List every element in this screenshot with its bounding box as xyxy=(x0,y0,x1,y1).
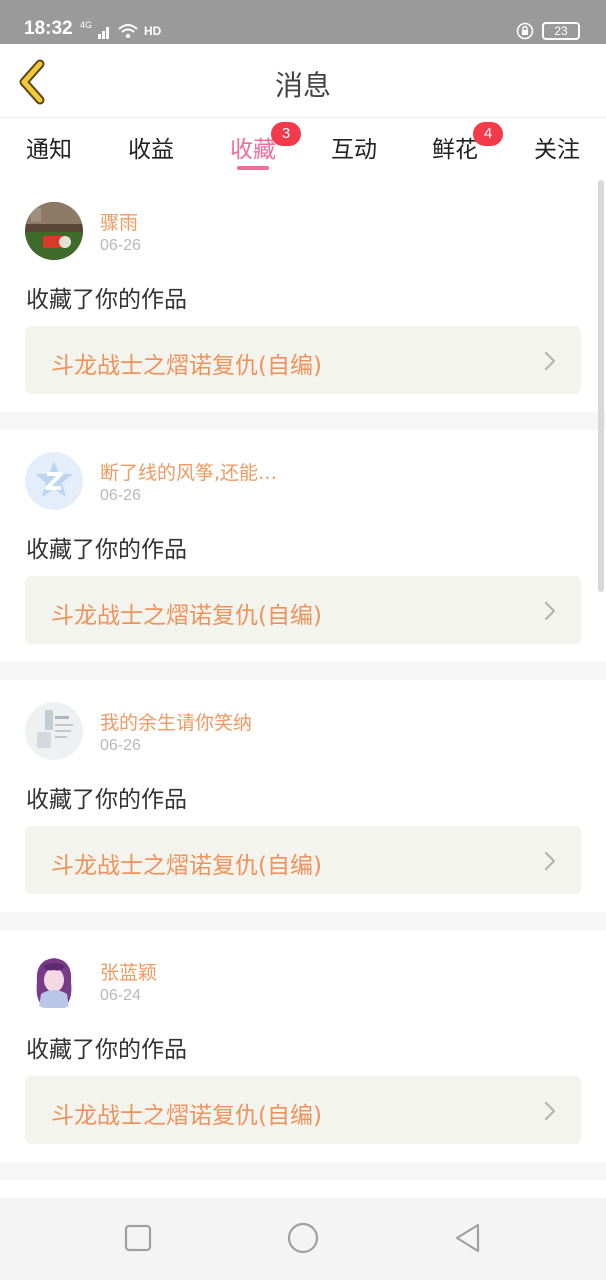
system-nav-bar xyxy=(0,1198,606,1280)
work-link[interactable]: 斗龙战士之熠诺复仇(自编) xyxy=(25,576,581,644)
avatar[interactable] xyxy=(25,202,83,260)
wifi-icon xyxy=(118,24,138,38)
card-divider xyxy=(0,412,606,430)
avatar[interactable] xyxy=(25,952,83,1010)
username[interactable]: 骤雨 xyxy=(100,208,138,235)
network-label: 4G xyxy=(80,20,93,30)
back-icon[interactable] xyxy=(450,1220,486,1256)
status-icons-right: 23 xyxy=(516,20,580,42)
tab-favorites[interactable]: 收藏 3 xyxy=(213,122,301,164)
chevron-right-icon xyxy=(544,851,556,871)
tab-label: 收藏 xyxy=(230,137,276,163)
tab-label: 鲜花 xyxy=(432,137,478,163)
status-bar: 18:32 4G HD 23 xyxy=(0,0,606,44)
chevron-right-icon xyxy=(544,1101,556,1121)
card-divider xyxy=(0,1162,606,1180)
notification-card[interactable]: 断了线的风筝,还能… 06-26 收藏了你的作品 斗龙战士之熠诺复仇(自编) xyxy=(0,430,606,662)
hd-label: HD xyxy=(144,24,162,38)
tab-label: 通知 xyxy=(26,137,72,163)
chevron-right-icon xyxy=(544,601,556,621)
notification-date: 06-26 xyxy=(100,737,141,754)
scrollbar[interactable] xyxy=(598,180,604,592)
battery-indicator: 23 xyxy=(542,22,580,40)
notification-action: 收藏了你的作品 xyxy=(26,287,187,313)
tab-badge: 3 xyxy=(271,122,301,146)
tab-flowers[interactable]: 鲜花 4 xyxy=(415,122,503,164)
signal-icon xyxy=(98,27,110,39)
work-title: 斗龙战士之熠诺复仇(自编) xyxy=(51,603,322,629)
lock-rotation-icon xyxy=(516,22,534,40)
status-time: 18:32 xyxy=(24,18,73,39)
header-bar: 消息 xyxy=(0,44,606,118)
tab-label: 互动 xyxy=(331,137,377,163)
notification-action: 收藏了你的作品 xyxy=(26,537,187,563)
tab-badge: 4 xyxy=(473,122,503,146)
notification-action: 收藏了你的作品 xyxy=(26,1037,187,1063)
active-tab-indicator xyxy=(237,166,269,170)
page-title: 消息 xyxy=(274,69,331,102)
tab-label: 收益 xyxy=(128,137,174,163)
username[interactable]: 我的余生请你笑纳 xyxy=(100,708,252,735)
notification-list[interactable]: 骤雨 06-26 收藏了你的作品 斗龙战士之熠诺复仇(自编) 断了线的风筝,还能… xyxy=(0,180,606,1198)
card-divider xyxy=(0,912,606,930)
recent-apps-icon[interactable] xyxy=(120,1220,156,1256)
tab-bar: 通知 收益 收藏 3 互动 鲜花 4 关注 xyxy=(0,118,606,180)
username[interactable]: 断了线的风筝,还能… xyxy=(100,458,277,485)
home-icon[interactable] xyxy=(285,1220,321,1256)
notification-date: 06-26 xyxy=(100,487,141,504)
chevron-right-icon xyxy=(544,351,556,371)
work-title: 斗龙战士之熠诺复仇(自编) xyxy=(51,853,322,879)
tab-following[interactable]: 关注 xyxy=(517,130,597,164)
notification-action: 收藏了你的作品 xyxy=(26,787,187,813)
tab-label: 关注 xyxy=(534,137,580,163)
work-title: 斗龙战士之熠诺复仇(自编) xyxy=(51,353,322,379)
work-link[interactable]: 斗龙战士之熠诺复仇(自编) xyxy=(25,826,581,894)
notification-card[interactable]: 我的余生请你笑纳 06-26 收藏了你的作品 斗龙战士之熠诺复仇(自编) xyxy=(0,680,606,912)
notification-card[interactable]: 张蓝颖 06-24 收藏了你的作品 斗龙战士之熠诺复仇(自编) xyxy=(0,930,606,1162)
tab-interactions[interactable]: 互动 xyxy=(314,130,394,164)
notification-card[interactable]: 骤雨 06-26 收藏了你的作品 斗龙战士之熠诺复仇(自编) xyxy=(0,180,606,412)
status-icons: 4G HD xyxy=(80,20,161,42)
tab-earnings[interactable]: 收益 xyxy=(111,130,191,164)
username[interactable]: 张蓝颖 xyxy=(100,958,157,985)
work-link[interactable]: 斗龙战士之熠诺复仇(自编) xyxy=(25,1076,581,1144)
avatar[interactable] xyxy=(25,702,83,760)
notification-date: 06-24 xyxy=(100,987,141,1004)
work-link[interactable]: 斗龙战士之熠诺复仇(自编) xyxy=(25,326,581,394)
card-divider xyxy=(0,662,606,680)
tab-notifications[interactable]: 通知 xyxy=(9,130,89,164)
notification-date: 06-26 xyxy=(100,237,141,254)
work-title: 斗龙战士之熠诺复仇(自编) xyxy=(51,1103,322,1129)
avatar[interactable] xyxy=(25,452,83,510)
